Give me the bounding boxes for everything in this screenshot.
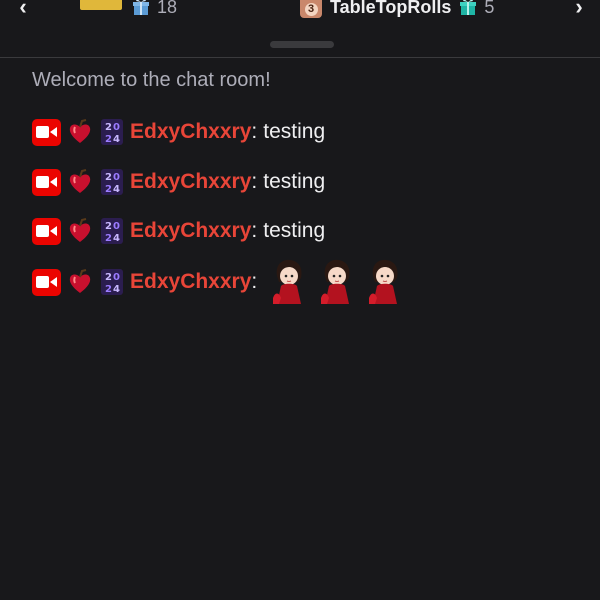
rank-number: 3 (304, 3, 318, 16)
live-broadcaster-badge-icon[interactable] (32, 168, 61, 196)
svg-text:0: 0 (113, 272, 120, 283)
svg-text:2: 2 (105, 221, 112, 232)
leaderboard-entry[interactable]: 18 (80, 0, 177, 20)
drag-handle[interactable] (270, 41, 334, 48)
2024-badge-icon[interactable]: 2024 (99, 268, 125, 296)
chevron-left-icon[interactable]: ‹ (12, 0, 34, 19)
chat-username[interactable]: EdxyChxxry (130, 270, 251, 294)
gift-leaderboard-bar: ‹ 18 3 TableTopRolls 5 › (0, 0, 600, 58)
separator: : (251, 120, 258, 143)
rank-3-icon: 3 (300, 0, 322, 18)
2024-badge-icon[interactable]: 2024 (99, 217, 125, 245)
chat-message-text: testing (263, 170, 326, 193)
separator: : (251, 170, 258, 193)
svg-text:2: 2 (105, 172, 112, 183)
chat-message: 2024 EdxyChxxry: testing (32, 117, 325, 147)
chat-message: 2024 EdxyChxxry: (32, 258, 413, 306)
svg-text:4: 4 (113, 184, 120, 195)
svg-text:0: 0 (113, 172, 120, 183)
gift-count: 5 (484, 0, 495, 17)
chevron-right-icon[interactable]: › (568, 0, 590, 19)
svg-text:0: 0 (113, 221, 120, 232)
girl-in-red-dress-emote-icon[interactable] (269, 258, 307, 306)
2024-badge-icon[interactable]: 2024 (99, 118, 125, 146)
leaderboard-username: TableTopRolls (330, 0, 452, 17)
heart-apple-badge-icon[interactable] (66, 217, 94, 245)
svg-text:2: 2 (105, 184, 112, 195)
heart-apple-badge-icon[interactable] (66, 268, 94, 296)
chat-message: 2024 EdxyChxxry: testing (32, 216, 325, 246)
svg-text:2: 2 (105, 122, 112, 133)
chat-username[interactable]: EdxyChxxry (130, 219, 251, 243)
heart-apple-badge-icon[interactable] (66, 118, 94, 146)
leaderboard-entry[interactable]: 3 TableTopRolls 5 (300, 0, 494, 20)
heart-apple-badge-icon[interactable] (66, 168, 94, 196)
gift-icon (133, 0, 149, 15)
girl-in-red-dress-emote-icon[interactable] (317, 258, 355, 306)
svg-text:2: 2 (105, 233, 112, 244)
svg-text:4: 4 (113, 134, 120, 145)
girl-in-red-dress-emote-icon[interactable] (365, 258, 403, 306)
chat-message-text: testing (263, 219, 326, 242)
svg-text:4: 4 (113, 233, 120, 244)
separator: : (251, 219, 258, 242)
svg-text:0: 0 (113, 122, 120, 133)
gift-count: 18 (157, 0, 178, 17)
live-broadcaster-badge-icon[interactable] (32, 268, 61, 296)
chat-message: 2024 EdxyChxxry: testing (32, 167, 325, 197)
svg-text:2: 2 (105, 272, 112, 283)
chat-username[interactable]: EdxyChxxry (130, 120, 251, 144)
2024-badge-icon[interactable]: 2024 (99, 168, 125, 196)
separator: : (251, 270, 258, 293)
svg-text:2: 2 (105, 284, 112, 295)
welcome-message: Welcome to the chat room! (32, 69, 271, 91)
live-broadcaster-badge-icon[interactable] (32, 118, 61, 146)
svg-text:2: 2 (105, 134, 112, 145)
gift-icon (460, 0, 477, 15)
chat-username[interactable]: EdxyChxxry (130, 170, 251, 194)
chat-message-text: testing (263, 120, 326, 143)
gold-rank-icon (80, 0, 122, 10)
svg-text:4: 4 (113, 284, 120, 295)
live-broadcaster-badge-icon[interactable] (32, 217, 61, 245)
